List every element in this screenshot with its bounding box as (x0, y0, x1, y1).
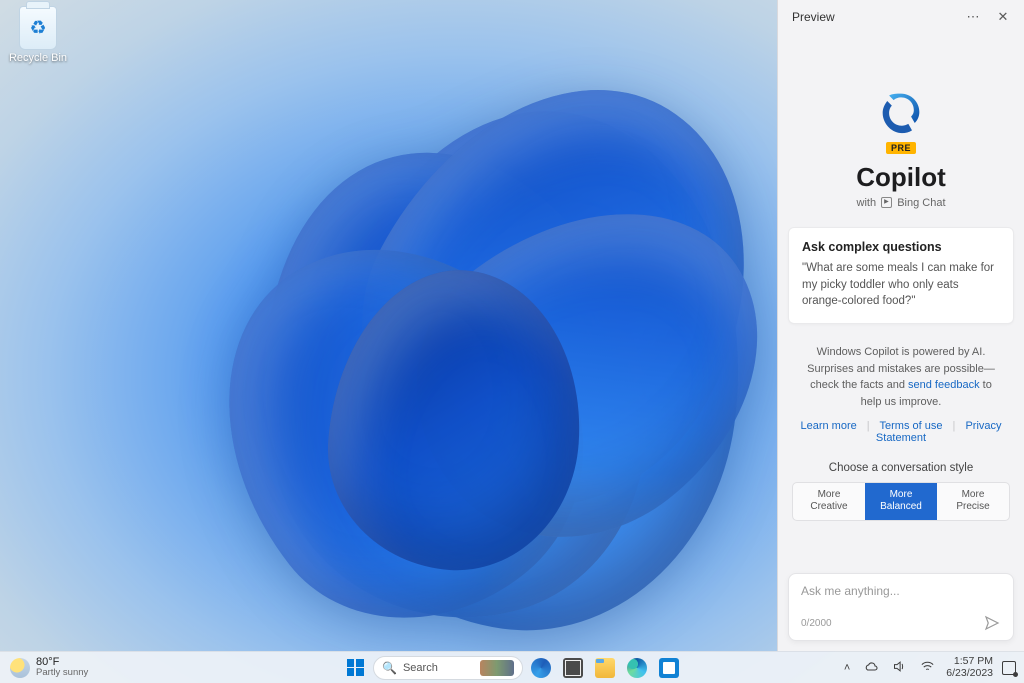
send-feedback-link[interactable]: send feedback (908, 379, 980, 391)
style-option-precise[interactable]: More Precise (937, 483, 1009, 520)
taskbar-clock[interactable]: 1:57 PM 6/23/2023 (946, 656, 993, 679)
disclaimer-text: Windows Copilot is powered by AI. Surpri… (788, 336, 1014, 416)
conversation-style-segmented: More Creative More Balanced More Precise (792, 482, 1010, 521)
style-precise-line2: Precise (937, 501, 1009, 513)
clock-time: 1:57 PM (946, 656, 993, 668)
search-highlights-icon (480, 660, 514, 676)
style-balanced-line1: More (865, 489, 937, 501)
search-placeholder: Search (403, 662, 438, 674)
taskbar-search[interactable]: 🔍 Search (373, 656, 523, 680)
copilot-body: PRE Copilot with Bing Chat Ask complex q… (778, 34, 1024, 573)
style-option-balanced[interactable]: More Balanced (865, 483, 937, 520)
recycle-bin[interactable]: ♻ Recycle Bin (8, 6, 68, 64)
suggestion-card[interactable]: Ask complex questions "What are some mea… (788, 227, 1014, 324)
char-counter: 0/2000 (801, 618, 832, 629)
network-tray-icon[interactable] (918, 657, 937, 679)
file-explorer-icon (595, 658, 615, 678)
style-creative-line2: Creative (793, 501, 865, 513)
weather-condition: Partly sunny (36, 668, 88, 678)
microsoft-store-button[interactable] (655, 654, 683, 682)
search-icon: 🔍 (382, 661, 397, 675)
notifications-button[interactable] (1002, 661, 1016, 675)
more-options-button[interactable]: ⋯ (958, 2, 988, 32)
link-separator: | (867, 420, 870, 432)
copilot-logo-icon (879, 90, 923, 134)
style-precise-line1: More (937, 489, 1009, 501)
onedrive-tray-icon[interactable] (861, 656, 881, 679)
copilot-header-title: Preview (792, 10, 835, 24)
windows-logo-icon (347, 659, 364, 676)
start-button[interactable] (341, 654, 369, 682)
copilot-header: Preview ⋯ ✕ (778, 0, 1024, 34)
copilot-subtitle: with Bing Chat (792, 197, 1010, 209)
link-separator: | (953, 420, 956, 432)
copilot-taskbar-button[interactable] (527, 654, 555, 682)
chat-input-area[interactable]: Ask me anything... 0/2000 (788, 573, 1014, 641)
send-icon[interactable] (983, 614, 1001, 632)
style-creative-line1: More (793, 489, 865, 501)
conversation-style-label: Choose a conversation style (792, 462, 1010, 474)
task-view-icon (563, 658, 583, 678)
suggestion-card-example: "What are some meals I can make for my p… (802, 260, 1000, 310)
suggestion-card-heading: Ask complex questions (802, 240, 1000, 254)
learn-more-link[interactable]: Learn more (800, 420, 856, 432)
copilot-panel: Preview ⋯ ✕ PRE Copilot with Bing Chat A… (777, 0, 1024, 651)
recycle-bin-label: Recycle Bin (8, 52, 68, 64)
subtitle-suffix: Bing Chat (897, 197, 945, 209)
conversation-style-block: Choose a conversation style More Creativ… (788, 460, 1014, 531)
close-button[interactable]: ✕ (988, 2, 1018, 32)
wallpaper-bloom (120, 40, 780, 660)
file-explorer-button[interactable] (591, 654, 619, 682)
edge-button[interactable] (623, 654, 651, 682)
recycle-bin-icon: ♻ (19, 6, 57, 50)
style-option-creative[interactable]: More Creative (793, 483, 865, 520)
weather-widget[interactable]: 80°F Partly sunny (0, 657, 88, 678)
copilot-icon (531, 658, 551, 678)
weather-icon (10, 658, 30, 678)
subtitle-prefix: with (857, 197, 877, 209)
terms-link[interactable]: Terms of use (880, 420, 943, 432)
system-tray: ˄ 1:57 PM 6/23/2023 (842, 656, 1024, 679)
style-balanced-line2: Balanced (865, 501, 937, 513)
tray-overflow-button[interactable]: ˄ (842, 660, 852, 676)
taskbar-center: 🔍 Search (341, 652, 683, 683)
task-view-button[interactable] (559, 654, 587, 682)
chat-input[interactable]: Ask me anything... (801, 584, 1001, 600)
copilot-hero: PRE Copilot with Bing Chat (788, 34, 1014, 227)
clock-date: 6/23/2023 (946, 668, 993, 680)
bing-icon (881, 197, 892, 208)
desktop-wallpaper[interactable]: ♻ Recycle Bin Preview ⋯ ✕ PRE Copilot wi… (0, 0, 1024, 683)
store-icon (659, 658, 679, 678)
copilot-title: Copilot (792, 162, 1010, 193)
footer-links: Learn more | Terms of use | Privacy Stat… (788, 416, 1014, 460)
taskbar: 80°F Partly sunny 🔍 Search ˄ (0, 651, 1024, 683)
pre-badge: PRE (886, 142, 916, 154)
volume-tray-icon[interactable] (890, 657, 909, 679)
edge-icon (627, 658, 647, 678)
